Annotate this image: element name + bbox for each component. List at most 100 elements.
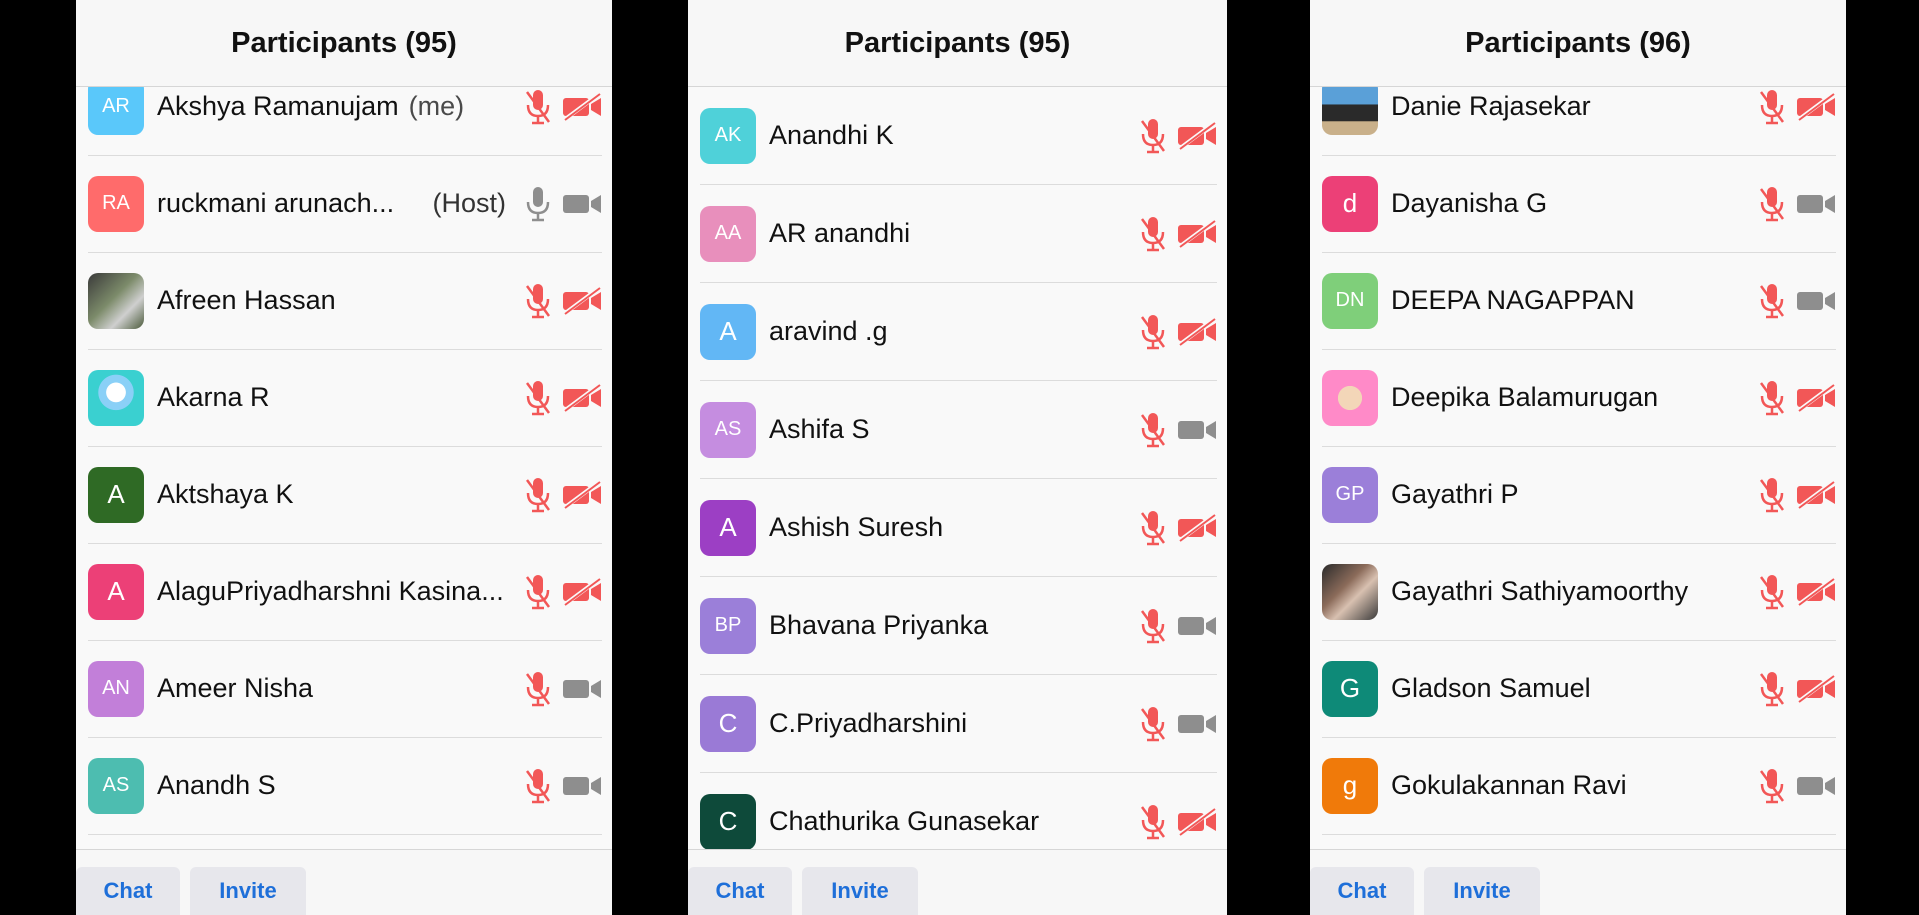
- participant-row[interactable]: AK Anandhi K: [700, 87, 1217, 185]
- participant-row[interactable]: AA AR anandhi: [700, 185, 1217, 283]
- participant-name: Bhavana Priyanka: [769, 577, 988, 674]
- mic-muted-icon: [1758, 88, 1786, 126]
- participant-name-text: Danie Rajasekar: [1391, 91, 1591, 121]
- avatar: A: [700, 499, 756, 556]
- avatar: BP: [700, 597, 756, 654]
- avatar: DN: [1322, 272, 1378, 329]
- avatar: d: [1322, 175, 1378, 232]
- mic-muted-icon: [524, 476, 552, 514]
- participant-row[interactable]: Aaravind .g: [700, 283, 1217, 381]
- participant-row[interactable]: A AlaguPriyadharshni Kasina...: [88, 543, 602, 641]
- invite-button[interactable]: Invite: [1424, 867, 1540, 915]
- participant-row[interactable]: Deepika Balamurugan: [1322, 349, 1836, 447]
- participant-name-text: Ashish Suresh: [769, 512, 944, 542]
- participant-name-text: AR anandhi: [769, 218, 911, 248]
- participant-name-text: C.Priyadharshini: [769, 708, 968, 738]
- mic-muted-icon: [1139, 215, 1167, 253]
- participant-row[interactable]: AR Akshya Ramanujam (me): [88, 87, 602, 156]
- video-off-icon: [1796, 91, 1836, 122]
- mic-muted-icon: [1139, 705, 1167, 743]
- participant-name-text: Gladson Samuel: [1391, 673, 1591, 703]
- participant-row[interactable]: AS Ashifa S: [700, 381, 1217, 479]
- participant-name-text: ruckmani arunach...: [157, 188, 395, 218]
- avatar: A: [88, 563, 144, 620]
- participant-row[interactable]: d Dayanisha G: [1322, 155, 1836, 253]
- participant-row[interactable]: Afreen Hassan: [88, 252, 602, 350]
- participant-row[interactable]: BP Bhavana Priyanka: [700, 577, 1217, 675]
- participant-row[interactable]: AN Ameer Nisha: [88, 640, 602, 738]
- avatar: [1322, 563, 1378, 620]
- participant-row[interactable]: DN DEEPA NAGAPPAN: [1322, 252, 1836, 350]
- avatar: AK: [700, 107, 756, 164]
- avatar: A: [88, 466, 144, 523]
- participants-title: Participants (95): [231, 26, 457, 59]
- video-off-icon: [1796, 382, 1836, 413]
- participant-list[interactable]: AR Akshya Ramanujam (me) RA ruckmani arunach…: [76, 87, 612, 849]
- mic-icon: [524, 185, 552, 223]
- participant-list[interactable]: AK Anandhi K AA AR anandhi Aaravind .g AS Ashi…: [688, 87, 1227, 849]
- participant-row[interactable]: Gayathri Sathiyamoorthy: [1322, 543, 1836, 641]
- chat-button[interactable]: Chat: [688, 867, 792, 915]
- avatar: AS: [88, 757, 144, 814]
- participant-name: Ashifa S: [769, 381, 870, 478]
- chat-button[interactable]: Chat: [1310, 867, 1414, 915]
- panel-footer: Chat Invite: [688, 849, 1227, 915]
- participant-name-text: Deepika Balamurugan: [1391, 382, 1659, 412]
- participant-name: Akarna R: [157, 349, 270, 446]
- mic-muted-icon: [1139, 411, 1167, 449]
- invite-button[interactable]: Invite: [802, 867, 918, 915]
- participant-list[interactable]: Danie Rajasekar d Dayanisha G DN DEEPA NAGAP…: [1310, 87, 1846, 849]
- video-off-icon: [1177, 512, 1217, 543]
- participant-name-text: Chathurika Gunasekar: [769, 806, 1040, 836]
- participant-name: Anandhi K: [769, 87, 894, 184]
- participant-row[interactable]: G Gladson Samuel: [1322, 640, 1836, 738]
- mic-muted-icon: [1758, 670, 1786, 708]
- avatar: [1322, 87, 1378, 135]
- participant-row[interactable]: A Aktshaya K: [88, 446, 602, 544]
- participant-name: ruckmani arunach...: [157, 155, 394, 252]
- participant-name: Akshya Ramanujam (me): [157, 87, 464, 155]
- avatar: G: [1322, 660, 1378, 717]
- participant-name: Ameer Nisha: [157, 640, 313, 737]
- avatar: A: [700, 303, 756, 360]
- chat-button[interactable]: Chat: [76, 867, 180, 915]
- avatar: C: [700, 793, 756, 849]
- participant-name: Afreen Hassan: [157, 252, 336, 349]
- mic-muted-icon: [1758, 379, 1786, 417]
- participants-title: Participants (95): [844, 26, 1071, 59]
- video-off-icon: [562, 479, 602, 510]
- participant-row[interactable]: A Ashish Suresh: [700, 479, 1217, 577]
- invite-button[interactable]: Invite: [190, 867, 306, 915]
- participant-row[interactable]: GP Gayathri P: [1322, 446, 1836, 544]
- panel-footer: Chat Invite: [1310, 849, 1846, 915]
- participant-name: Ashish Suresh: [769, 479, 943, 576]
- mic-muted-icon: [524, 88, 552, 126]
- video-icon: [1177, 416, 1217, 444]
- participant-name: Chathurika Gunasekar: [769, 773, 1039, 849]
- avatar: [88, 272, 144, 329]
- video-icon: [562, 772, 602, 800]
- participant-name-text: Gayathri Sathiyamoorthy: [1391, 576, 1689, 606]
- participants-title: Participants (96): [1465, 26, 1691, 59]
- participant-row[interactable]: RA ruckmani arunach... (Host): [88, 155, 602, 253]
- participant-name-text: Afreen Hassan: [157, 285, 336, 315]
- participant-row[interactable]: Akarna R: [88, 349, 602, 447]
- participant-name-text: AlaguPriyadharshni Kasina...: [157, 576, 504, 606]
- participant-name: Aktshaya K: [157, 446, 294, 543]
- participant-name-text: Gayathri P: [1391, 479, 1519, 509]
- participant-row[interactable]: g Gokulakannan Ravi: [1322, 737, 1836, 835]
- mic-muted-icon: [524, 670, 552, 708]
- avatar: RA: [88, 175, 144, 232]
- participant-row[interactable]: C C.Priyadharshini: [700, 675, 1217, 773]
- participant-name-text: Ashifa S: [769, 414, 870, 444]
- participant-name: Anandh S: [157, 737, 276, 834]
- participant-row[interactable]: AS Anandh S: [88, 737, 602, 835]
- video-icon: [1177, 612, 1217, 640]
- participant-name: aravind .g: [769, 283, 888, 380]
- mic-muted-icon: [1758, 573, 1786, 611]
- participant-row[interactable]: C Chathurika Gunasekar: [700, 773, 1217, 849]
- participants-panel-2: Participants (95) AK Anandhi K AA AR anandh…: [688, 0, 1227, 915]
- participant-name: Gladson Samuel: [1391, 640, 1591, 737]
- video-icon: [1796, 287, 1836, 315]
- participant-row[interactable]: Danie Rajasekar: [1322, 87, 1836, 156]
